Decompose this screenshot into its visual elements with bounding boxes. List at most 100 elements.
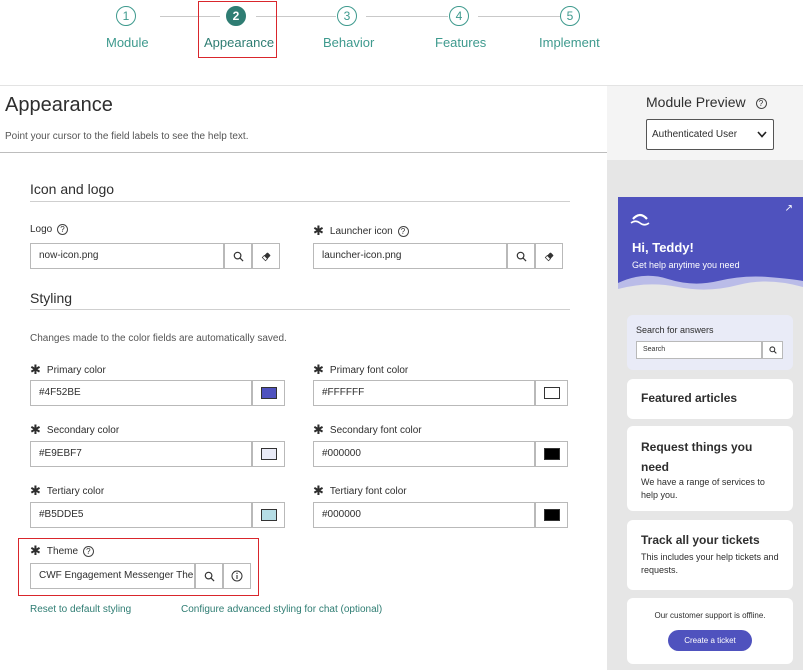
- primary-color-label[interactable]: ✱ Primary color: [30, 361, 106, 377]
- wizard-stepper: 1 Module 2 Appearance 3 Behavior 4 Featu…: [0, 0, 803, 86]
- section-title-icon-logo: Icon and logo: [30, 181, 115, 197]
- step-number: 3: [337, 6, 357, 26]
- tertiary-color-label[interactable]: ✱ Tertiary color: [30, 482, 104, 498]
- logo-search-button[interactable]: [224, 243, 252, 269]
- arrow-up-right-icon[interactable]: ↗: [785, 203, 793, 214]
- secondary-font-color-swatch[interactable]: [535, 441, 568, 467]
- section-divider: [30, 309, 570, 310]
- launcher-clear-button[interactable]: [535, 243, 563, 269]
- asterisk-icon: ✱: [313, 362, 324, 377]
- highlight-box: [198, 1, 277, 58]
- step-connector: [478, 16, 560, 17]
- preview-request-card[interactable]: Request things you need We have a range …: [627, 426, 793, 511]
- step-label: Module: [106, 35, 149, 50]
- label-text: Secondary font color: [329, 425, 422, 436]
- tertiary-color-input[interactable]: #B5DDE5: [30, 502, 252, 528]
- search-icon: [233, 251, 244, 262]
- asterisk-icon: ✱: [313, 422, 324, 437]
- question-circle-icon[interactable]: ?: [397, 225, 409, 237]
- label-text: Tertiary color: [46, 486, 105, 497]
- label-text: Primary font color: [329, 365, 409, 376]
- tertiary-color-swatch[interactable]: [252, 502, 285, 528]
- search-icon: [516, 251, 527, 262]
- tertiary-font-color-label[interactable]: ✱ Tertiary font color: [313, 482, 407, 498]
- theme-info-button[interactable]: [223, 563, 251, 589]
- preview-offline-card: Our customer support is offline. Create …: [627, 598, 793, 664]
- search-icon: [204, 571, 215, 582]
- track-desc: This includes your help tickets and requ…: [641, 552, 779, 575]
- asterisk-icon: ✱: [313, 483, 324, 498]
- search-card-title: Search for answers: [636, 325, 714, 335]
- launcher-search-button[interactable]: [507, 243, 535, 269]
- theme-label[interactable]: ✱ Theme ?: [30, 542, 94, 558]
- reset-default-styling-link[interactable]: Reset to default styling: [30, 604, 131, 615]
- label-text: Theme: [46, 546, 79, 557]
- preview-featured-card[interactable]: Featured articles: [627, 379, 793, 419]
- launcher-icon-label[interactable]: ✱ Launcher icon ?: [313, 222, 409, 238]
- question-circle-icon[interactable]: ?: [755, 97, 767, 109]
- primary-color-swatch[interactable]: [252, 380, 285, 406]
- primary-color-input[interactable]: #4F52BE: [30, 380, 252, 406]
- logo-clear-button[interactable]: [252, 243, 280, 269]
- asterisk-icon: ✱: [30, 422, 41, 437]
- audience-select[interactable]: Authenticated User: [646, 119, 774, 150]
- step-connector: [366, 16, 448, 17]
- step-number: 1: [116, 6, 136, 26]
- step-number: 4: [449, 6, 469, 26]
- eraser-icon: [261, 252, 270, 261]
- tertiary-font-color-swatch[interactable]: [535, 502, 568, 528]
- color-swatch: [260, 448, 277, 460]
- step-label: Features: [435, 35, 487, 50]
- request-desc: We have a range of services to help you.: [641, 477, 765, 500]
- preview-title: Module Preview ?: [646, 94, 767, 110]
- color-swatch: [543, 509, 560, 521]
- theme-search-button[interactable]: [195, 563, 223, 589]
- theme-input[interactable]: CWF Engagement Messenger The: [30, 563, 195, 589]
- preview-search-button[interactable]: [762, 341, 783, 359]
- question-circle-icon[interactable]: ?: [82, 545, 94, 557]
- asterisk-icon: ✱: [30, 483, 41, 498]
- styling-note: Changes made to the color fields are aut…: [30, 333, 287, 344]
- label-text: Primary color: [46, 365, 106, 376]
- module-preview-panel: Module Preview ? Authenticated User ↗ Hi…: [607, 86, 803, 670]
- page-title: Appearance: [5, 94, 113, 116]
- offline-text: Our customer support is offline.: [654, 611, 766, 620]
- create-ticket-button[interactable]: Create a ticket: [668, 630, 752, 651]
- logo-input[interactable]: now-icon.png: [30, 243, 224, 269]
- section-divider: [30, 201, 570, 202]
- secondary-color-input[interactable]: #E9EBF7: [30, 441, 252, 467]
- request-title: Request things you need: [641, 440, 753, 474]
- preview-title-text: Module Preview: [646, 94, 746, 110]
- step-number: 5: [560, 6, 580, 26]
- launcher-icon-input[interactable]: launcher-icon.png: [313, 243, 507, 269]
- appearance-page: 1 Module 2 Appearance 3 Behavior 4 Featu…: [0, 0, 803, 670]
- asterisk-icon: ✱: [30, 362, 41, 377]
- secondary-font-color-label[interactable]: ✱ Secondary font color: [313, 421, 422, 437]
- preview-greeting: Hi, Teddy!: [632, 240, 694, 255]
- preview-search-input[interactable]: Search: [636, 341, 762, 359]
- secondary-color-swatch[interactable]: [252, 441, 285, 467]
- question-circle-icon[interactable]: ?: [57, 224, 69, 235]
- secondary-font-color-input[interactable]: #000000: [313, 441, 535, 467]
- step-label: Behavior: [323, 35, 375, 50]
- featured-title: Featured articles: [641, 391, 738, 405]
- preview-track-card[interactable]: Track all your tickets This includes you…: [627, 520, 793, 590]
- primary-font-color-swatch[interactable]: [535, 380, 568, 406]
- logo-label[interactable]: Logo ?: [30, 224, 69, 235]
- secondary-color-label[interactable]: ✱ Secondary color: [30, 421, 119, 437]
- color-swatch: [543, 387, 560, 399]
- primary-font-color-label[interactable]: ✱ Primary font color: [313, 361, 408, 377]
- tertiary-font-color-input[interactable]: #000000: [313, 502, 535, 528]
- primary-font-color-input[interactable]: #FFFFFF: [313, 380, 535, 406]
- launcher-label-text: Launcher icon: [329, 226, 393, 237]
- step-label: Implement: [539, 35, 600, 50]
- chevron-down-icon: [757, 120, 767, 161]
- search-icon: [768, 346, 777, 354]
- asterisk-icon: ✱: [313, 223, 324, 238]
- configure-advanced-styling-link[interactable]: Configure advanced styling for chat (opt…: [181, 604, 382, 615]
- audience-selected-value: Authenticated User: [652, 129, 738, 140]
- info-icon: [231, 570, 243, 582]
- section-title-styling: Styling: [30, 290, 73, 306]
- page-subtitle: Point your cursor to the field labels to…: [5, 131, 249, 142]
- label-text: Secondary color: [46, 425, 120, 436]
